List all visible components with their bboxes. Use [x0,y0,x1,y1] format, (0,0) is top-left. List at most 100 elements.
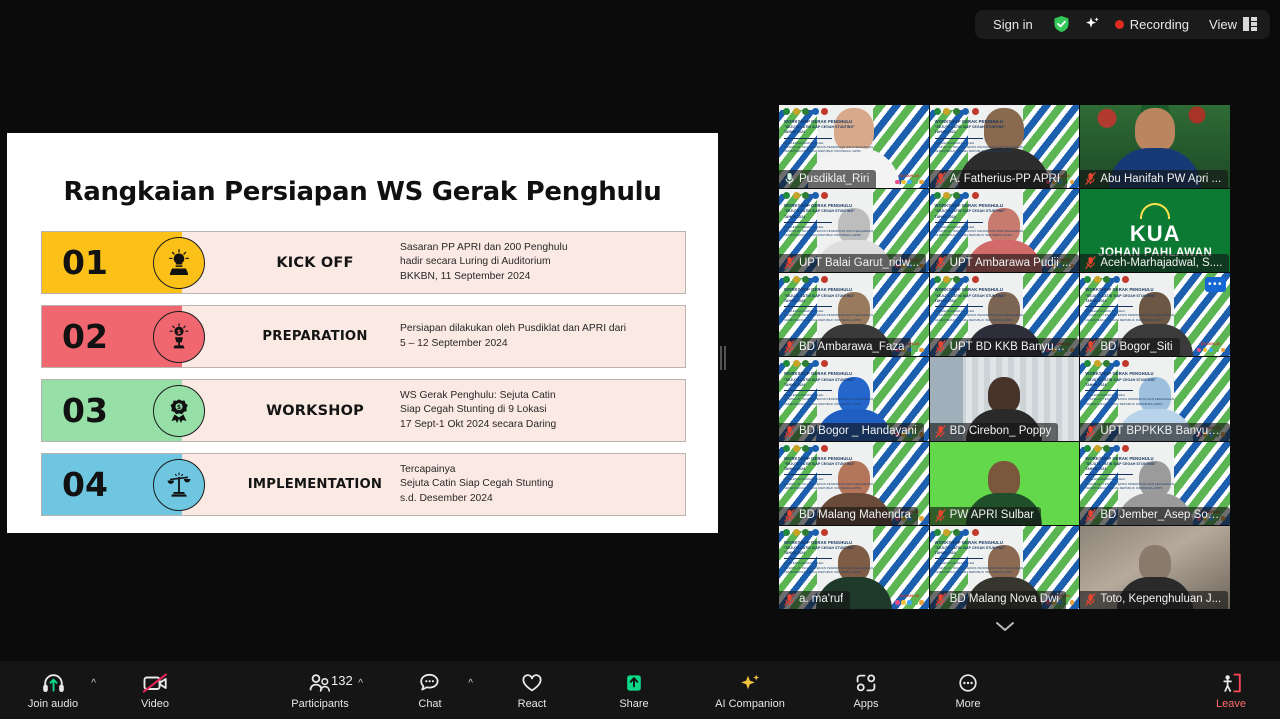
participants-caret-icon[interactable]: ^ [358,678,363,689]
participant-tile[interactable]: WORKSHOP GERAK PENGHULU "SEJUTA CATIN SIA… [779,441,929,525]
participant-name-strip: BD Malang Nova Dwi [929,590,1066,609]
mic-muted-icon [1085,340,1096,354]
participant-name: BD Malang Nova Dwi [949,593,1059,606]
banner-badge: BerAKHLAK [895,594,924,605]
participant-name-strip: BD Bogor_Siti [1080,338,1180,357]
banner-logos [933,192,979,200]
participant-name-strip: UPT BD KKB Banyuma... [929,338,1080,357]
scales-balance-icon [153,458,205,511]
participant-video-grid[interactable]: WORKSHOP GERAK PENGHULU "SEJUTA CATIN SIA… [779,105,1230,609]
banner-logos [933,276,979,284]
chat-label: Chat [418,697,442,710]
mic-muted-icon [935,593,946,606]
banner-heading: WORKSHOP GERAK PENGHULU "SEJUTA CATIN SIA… [784,455,873,490]
mic-muted-icon [784,593,795,606]
share-button[interactable]: Share [605,671,663,710]
ai-sparkle-icon[interactable] [1084,15,1101,33]
view-label: View [1209,16,1237,32]
mic-muted-icon [1085,424,1096,438]
participant-tile[interactable]: WORKSHOP GERAK PENGHULU "SEJUTA CATIN SIA… [929,273,1080,357]
banner-heading: WORKSHOP GERAK PENGHULU "SEJUTA CATIN SIA… [784,539,873,575]
more-button[interactable]: More [939,671,997,710]
participant-name-strip: UPT BPPKKB Banyum... [1080,422,1230,441]
participant-name: BD Ambarawa_Faza [799,340,905,353]
banner-heading: WORKSHOP GERAK PENGHULU "SEJUTA CATIN SIA… [784,203,873,238]
participant-name-strip: BD Malang Mahendra [779,506,918,525]
react-button[interactable]: React [503,671,561,710]
view-button[interactable]: View [1209,17,1258,32]
participant-name: BD Jember_Asep Sop... [1100,509,1223,522]
participant-name: Abu Hanifah PW Apri ... [1100,172,1222,185]
participant-tile[interactable]: WORKSHOP GERAK PENGHULU "SEJUTA CATIN SIA… [929,105,1080,189]
participant-tile[interactable]: WORKSHOP GERAK PENGHULU "SEJUTA CATIN SIA… [779,105,929,189]
share-resize-handle[interactable] [719,345,727,371]
share-label: Share [619,697,649,710]
step-number: 04 [62,465,108,504]
participant-name: BD Malang Mahendra [799,509,911,522]
participant-name: a. ma'ruf [799,593,844,606]
participants-count: 132 [331,672,353,688]
participant-name-strip: BD Ambarawa_Faza [779,338,912,357]
recording-dot-icon [1114,19,1124,29]
apps-button[interactable]: Apps [837,671,895,710]
banner-logos [783,444,828,452]
participant-tile[interactable]: WORKSHOP GERAK PENGHULU "SEJUTA CATIN SIA… [1080,357,1230,441]
step-description: Persiapan dilakukan oleh Pusdiklat dan A… [400,322,627,349]
banner-heading: WORKSHOP GERAK PENGHULU "SEJUTA CATIN SIA… [934,203,1024,238]
recording-label: Recording [1129,16,1190,32]
step-color-block: 01 [42,232,205,293]
participant-tile[interactable]: WORKSHOP GERAK PENGHULU "SEJUTA CATIN SIA… [1080,441,1230,525]
tile-more-options-button[interactable]: ••• [1205,277,1226,293]
mic-muted-icon [784,424,795,438]
participant-tile[interactable]: KUA JOHAN PAHLAWAN Aceh-Marhajadwal, S.... [1080,189,1230,273]
banner-logos [933,108,979,115]
join-audio-caret-icon[interactable]: ^ [91,678,96,689]
top-bar-controls: Sign in Recording View [975,9,1270,39]
participant-tile[interactable]: WORKSHOP GERAK PENGHULU "SEJUTA CATIN SIA… [779,357,929,441]
participant-tile[interactable]: WORKSHOP GERAK PENGHULU "SEJUTA CATIN SIA… [779,189,929,273]
video-button[interactable]: Video [126,671,184,710]
participants-label: Participants [291,697,349,710]
recording-indicator[interactable]: Recording [1114,16,1190,32]
sparkle-icon [738,671,762,695]
banner-logos [783,108,828,115]
banner-heading: WORKSHOP GERAK PENGHULU "SEJUTA CATIN SIA… [934,119,1024,154]
video-label: Video [141,697,169,710]
join-audio-button[interactable]: ^ Join audio [24,671,96,710]
shared-screen-content[interactable]: Rangkaian Persiapan WS Gerak Penghulu 01 [7,133,718,533]
banner-logos [1084,444,1130,452]
participant-name-strip: BD Cirebon_ Poppy [929,422,1059,441]
participant-name: Toto, Kepenghuluan J... [1100,593,1222,606]
participant-tile[interactable]: PW APRI Sulbar [929,441,1080,525]
chat-caret-icon[interactable]: ^ [468,678,473,689]
participant-tile[interactable]: WORKSHOP GERAK PENGHULU "SEJUTA CATIN SIA… [779,273,929,357]
mic-muted-icon [1085,256,1096,270]
mic-active-icon [785,173,794,185]
participant-name-strip: UPT Ambarawa Pudji ... [929,254,1079,273]
mic-muted-icon [935,424,946,438]
step-row-02: 02 $ PREPARATION Persiapan dilakukan ole… [41,305,686,368]
participant-tile[interactable]: BD Cirebon_ Poppy [929,357,1080,441]
step-label: WORKSHOP [266,402,364,419]
sign-in-button[interactable]: Sign in [987,15,1039,34]
participant-tile[interactable]: WORKSHOP GERAK PENGHULU "SEJUTA CATIN SIA… [779,525,929,609]
participant-tile[interactable]: Toto, Kepenghuluan J... [1080,525,1230,609]
grid-scroll-down-button[interactable] [965,613,1045,639]
ai-companion-button[interactable]: AI Companion [707,671,793,710]
svg-text:$: $ [177,404,181,411]
banner-heading: WORKSHOP GERAK PENGHULU "SEJUTA CATIN SIA… [784,287,873,322]
apps-label: Apps [853,697,879,710]
participant-tile[interactable]: WORKSHOP GERAK PENGHULU "SEJUTA CATIN SIA… [929,525,1080,609]
ellipsis-circle-icon [956,671,980,695]
shield-check-icon[interactable] [1053,15,1070,33]
step-color-block: 02 $ [42,306,205,367]
participant-tile[interactable]: Abu Hanifah PW Apri ... [1080,105,1230,189]
participant-tile[interactable]: WORKSHOP GERAK PENGHULU "SEJUTA CATIN SIA… [1080,273,1230,357]
participants-button[interactable]: 132 ^ Participants [283,671,363,710]
participant-tile[interactable]: WORKSHOP GERAK PENGHULU "SEJUTA CATIN SIA… [929,189,1080,273]
step-row-04: 04 IMPLEMENTATION Tercapainya Sejuta Cat… [41,453,686,516]
layout-grid-icon [1243,17,1258,31]
step-color-block: 04 [42,454,205,515]
chat-button[interactable]: ^ Chat [401,671,473,710]
leave-button[interactable]: Leave [1202,671,1260,710]
